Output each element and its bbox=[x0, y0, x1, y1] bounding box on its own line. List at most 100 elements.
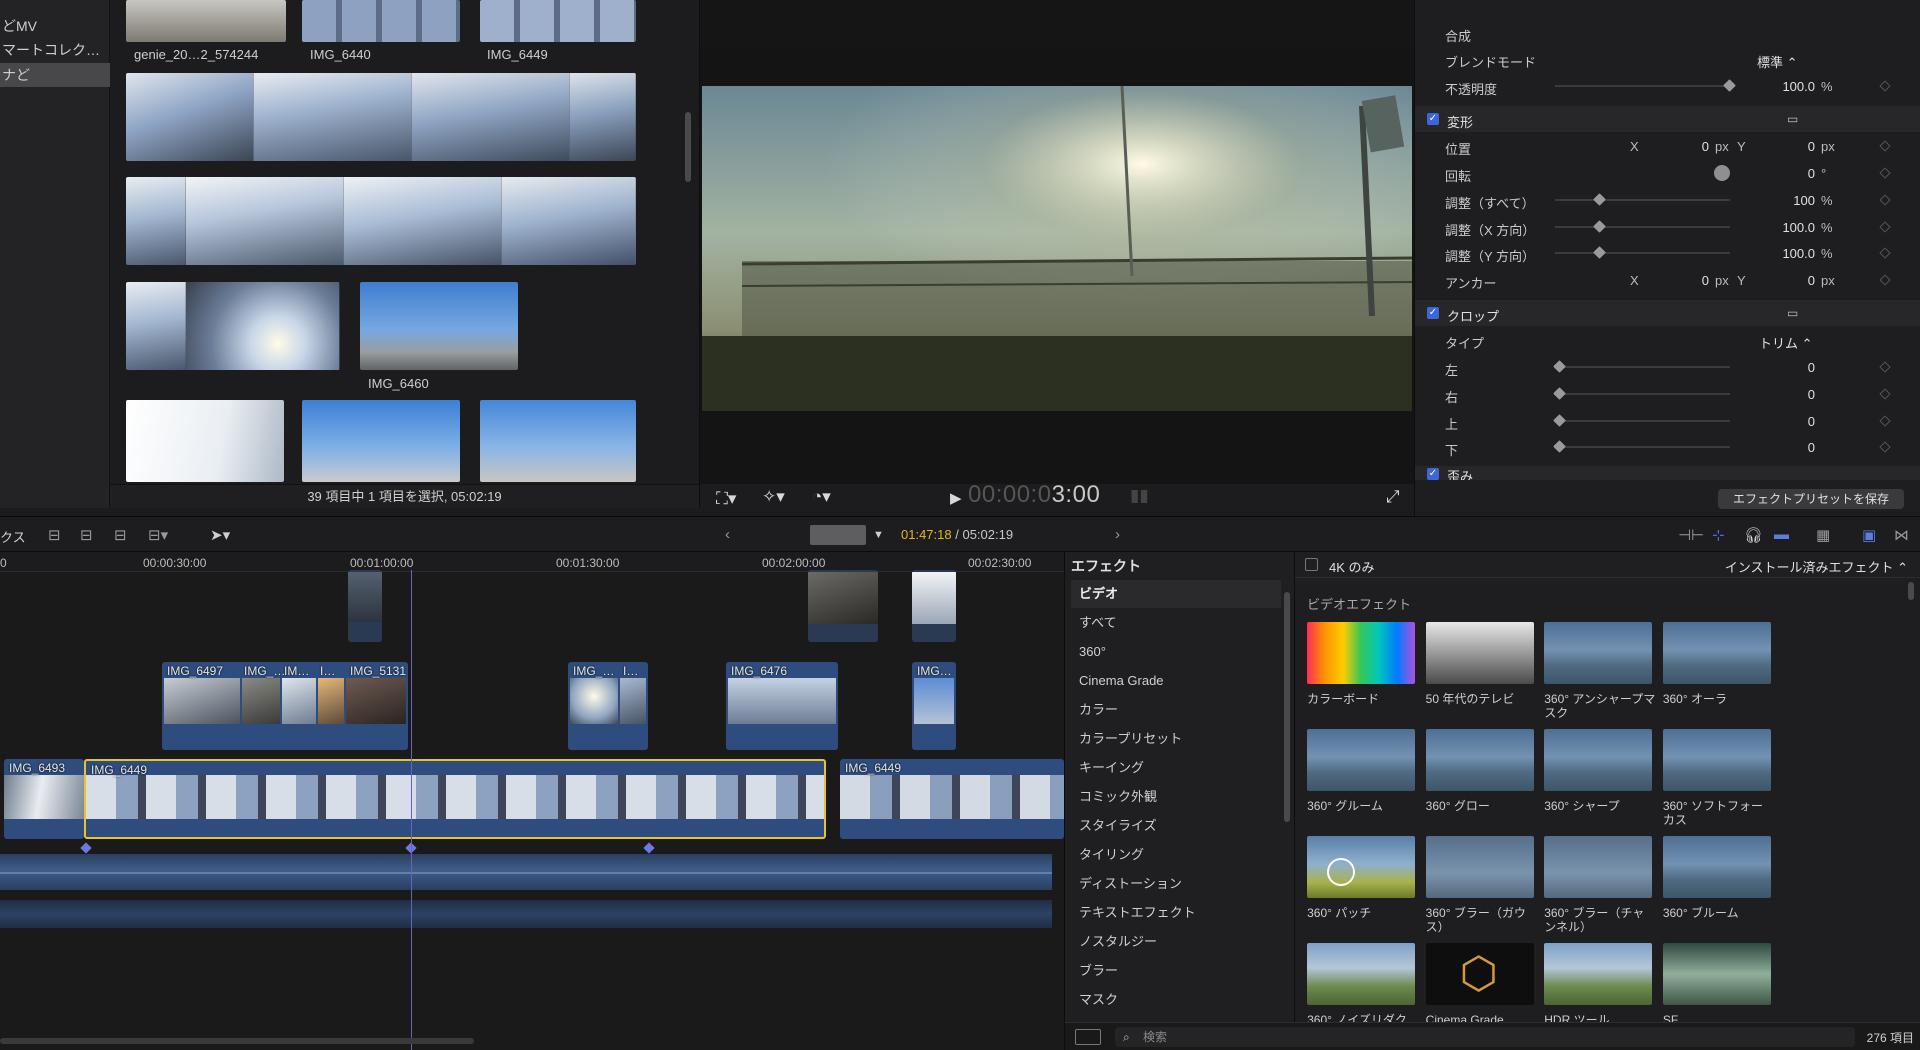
clip-thumbnail[interactable] bbox=[302, 0, 460, 42]
scale-x-slider[interactable] bbox=[1555, 220, 1730, 233]
crop-type-select[interactable]: トリム ⌃ bbox=[1759, 333, 1813, 352]
selected-primary-clip[interactable]: IMG_6449 bbox=[84, 759, 826, 839]
forward-arrow-icon[interactable]: › bbox=[1115, 526, 1120, 543]
fx-category[interactable]: カラープリセット bbox=[1071, 725, 1281, 753]
crop-bottom-slider[interactable] bbox=[1553, 440, 1730, 453]
crop-header[interactable]: ✓ クロップ ▭ bbox=[1415, 300, 1920, 326]
fullscreen-icon[interactable]: ⤢ bbox=[1386, 487, 1400, 507]
select-tool-icon[interactable]: ➤▾ bbox=[210, 526, 230, 544]
fx-category[interactable]: キーイング bbox=[1071, 754, 1281, 782]
crop-top-slider[interactable] bbox=[1553, 414, 1730, 427]
connected-clip[interactable]: IMG_… I… bbox=[568, 662, 648, 750]
primary-clip[interactable]: IMG_6449 bbox=[840, 759, 1064, 839]
marker-icon[interactable] bbox=[643, 842, 655, 854]
connected-clip[interactable] bbox=[912, 570, 956, 642]
enhance-wand-icon[interactable]: ✧▾ bbox=[762, 487, 785, 507]
fx-category[interactable]: コミック外観 bbox=[1071, 783, 1281, 811]
keyframe-icon[interactable] bbox=[1879, 415, 1891, 427]
fx-category[interactable]: すべて bbox=[1071, 609, 1281, 637]
fx-category[interactable]: ディストーション bbox=[1071, 870, 1281, 898]
keyframe-icon[interactable] bbox=[1879, 140, 1891, 152]
keyframe-icon[interactable] bbox=[1879, 167, 1891, 179]
keyframe-icon[interactable] bbox=[1879, 247, 1891, 259]
keyframe-icon[interactable] bbox=[1879, 361, 1891, 373]
keyframe-icon[interactable] bbox=[1879, 274, 1891, 286]
connect-clip-icon[interactable]: ⊟ bbox=[48, 526, 61, 544]
blend-mode-select[interactable]: 標準 ⌃ bbox=[1757, 52, 1798, 71]
clip-filmstrip[interactable] bbox=[126, 282, 340, 370]
clip-thumbnail[interactable] bbox=[480, 400, 636, 482]
fx-category[interactable]: スタイライズ bbox=[1071, 812, 1281, 840]
transform-header[interactable]: ✓ 変形 ▭ bbox=[1415, 106, 1920, 132]
clip-thumbnail[interactable] bbox=[302, 400, 460, 482]
sidebar-item-mv[interactable]: どMV bbox=[0, 14, 110, 38]
snapping-icon[interactable]: ⊹ bbox=[1712, 526, 1725, 544]
sidebar-item-smart-collection[interactable]: マートコレク… bbox=[0, 38, 110, 62]
back-arrow-icon[interactable]: ‹ bbox=[725, 526, 730, 543]
effects-browser-icon[interactable]: ▣ bbox=[1862, 526, 1876, 544]
only-4k-checkbox[interactable] bbox=[1305, 558, 1318, 571]
overwrite-clip-icon[interactable]: ⊟▾ bbox=[148, 526, 168, 544]
browser-scrollbar[interactable] bbox=[685, 112, 691, 182]
keyframe-icon[interactable] bbox=[1879, 80, 1891, 92]
fx-category[interactable]: ノスタルジー bbox=[1071, 928, 1281, 956]
clip-thumbnail[interactable] bbox=[126, 400, 284, 482]
timeline-ruler[interactable]: 0 00:00:30:00 00:01:00:00 00:01:30:00 00… bbox=[0, 552, 1064, 572]
speed-icon[interactable]: ◔▾ bbox=[812, 487, 831, 507]
solo-icon[interactable]: ▬ bbox=[1774, 526, 1789, 543]
fx-category[interactable]: テキストエフェクト bbox=[1071, 899, 1281, 927]
save-effects-preset-button[interactable]: エフェクトプリセットを保存 bbox=[1718, 489, 1904, 509]
append-clip-icon[interactable]: ⊟ bbox=[114, 526, 127, 544]
scale-y-slider[interactable] bbox=[1555, 246, 1730, 259]
categories-scrollbar[interactable] bbox=[1284, 592, 1290, 822]
transform-tool-icon[interactable]: ⛶▾ bbox=[716, 489, 736, 509]
clip-filmstrip[interactable] bbox=[126, 177, 636, 265]
checkbox-icon[interactable]: ✓ bbox=[1427, 307, 1439, 319]
fx-category[interactable]: 360° bbox=[1071, 638, 1281, 666]
play-icon[interactable]: ▶ bbox=[950, 489, 962, 507]
marker-icon[interactable] bbox=[80, 842, 92, 854]
playhead[interactable] bbox=[411, 570, 412, 1050]
sidebar-item-selected[interactable]: ナど bbox=[0, 63, 110, 87]
checkbox-icon[interactable]: ✓ bbox=[1427, 468, 1439, 480]
fx-category[interactable]: マスク bbox=[1071, 986, 1281, 1014]
rotation-dial-icon[interactable] bbox=[1714, 165, 1730, 181]
crop-left-slider[interactable] bbox=[1553, 360, 1730, 373]
clip-thumbnail[interactable] bbox=[360, 282, 518, 370]
crop-onscreen-icon[interactable]: ▭ bbox=[1787, 306, 1798, 320]
fx-category[interactable]: ブラー bbox=[1071, 957, 1281, 985]
fx-category[interactable]: タイリング bbox=[1071, 841, 1281, 869]
crop-right-slider[interactable] bbox=[1553, 387, 1730, 400]
distort-header[interactable]: ✓ 歪み bbox=[1415, 466, 1920, 480]
index-button[interactable]: クス bbox=[0, 527, 26, 546]
opacity-slider[interactable] bbox=[1555, 79, 1736, 92]
keyframe-icon[interactable] bbox=[1879, 441, 1891, 453]
connected-clip[interactable]: IMG_6476 bbox=[726, 662, 838, 750]
chevron-down-icon[interactable]: ▼ bbox=[873, 529, 884, 541]
keyframe-icon[interactable] bbox=[1879, 221, 1891, 233]
scale-all-slider[interactable] bbox=[1555, 193, 1730, 206]
clip-filmstrip[interactable] bbox=[126, 73, 636, 161]
keyframe-icon[interactable] bbox=[1879, 194, 1891, 206]
keyframe-icon[interactable] bbox=[1879, 388, 1891, 400]
clip-appearance-icon[interactable]: ▦ bbox=[1816, 526, 1830, 544]
connected-clip[interactable] bbox=[808, 570, 878, 642]
connected-clip-group[interactable]: IMG_6497 IMG_… IM… I… IMG_5131 bbox=[162, 662, 408, 750]
clip-thumbnail[interactable] bbox=[480, 0, 636, 42]
transform-onscreen-icon[interactable]: ▭ bbox=[1787, 112, 1798, 126]
audio-skimming-icon[interactable]: 🎧︎ bbox=[1744, 526, 1763, 544]
installed-effects-select[interactable]: インストール済みエフェクト ⌃ bbox=[1725, 557, 1908, 576]
timeline-scrollbar[interactable] bbox=[0, 1038, 474, 1044]
fx-category[interactable]: Cinema Grade bbox=[1071, 667, 1281, 695]
transitions-browser-icon[interactable]: ⋈ bbox=[1894, 526, 1909, 544]
clip-thumbnail[interactable] bbox=[126, 0, 286, 42]
primary-clip[interactable]: IMG_6493 bbox=[4, 759, 84, 839]
timeline[interactable]: 0 00:00:30:00 00:01:00:00 00:01:30:00 00… bbox=[0, 552, 1064, 1050]
audio-waveform-lane[interactable] bbox=[0, 900, 1052, 928]
effects-search-input[interactable]: ⌕ 検索 bbox=[1115, 1027, 1855, 1047]
checkbox-icon[interactable]: ✓ bbox=[1427, 113, 1439, 125]
fx-category[interactable]: カラー bbox=[1071, 696, 1281, 724]
viewer-canvas[interactable] bbox=[702, 86, 1412, 411]
effects-scrollbar[interactable] bbox=[1908, 582, 1914, 600]
connected-clip[interactable] bbox=[348, 570, 382, 642]
